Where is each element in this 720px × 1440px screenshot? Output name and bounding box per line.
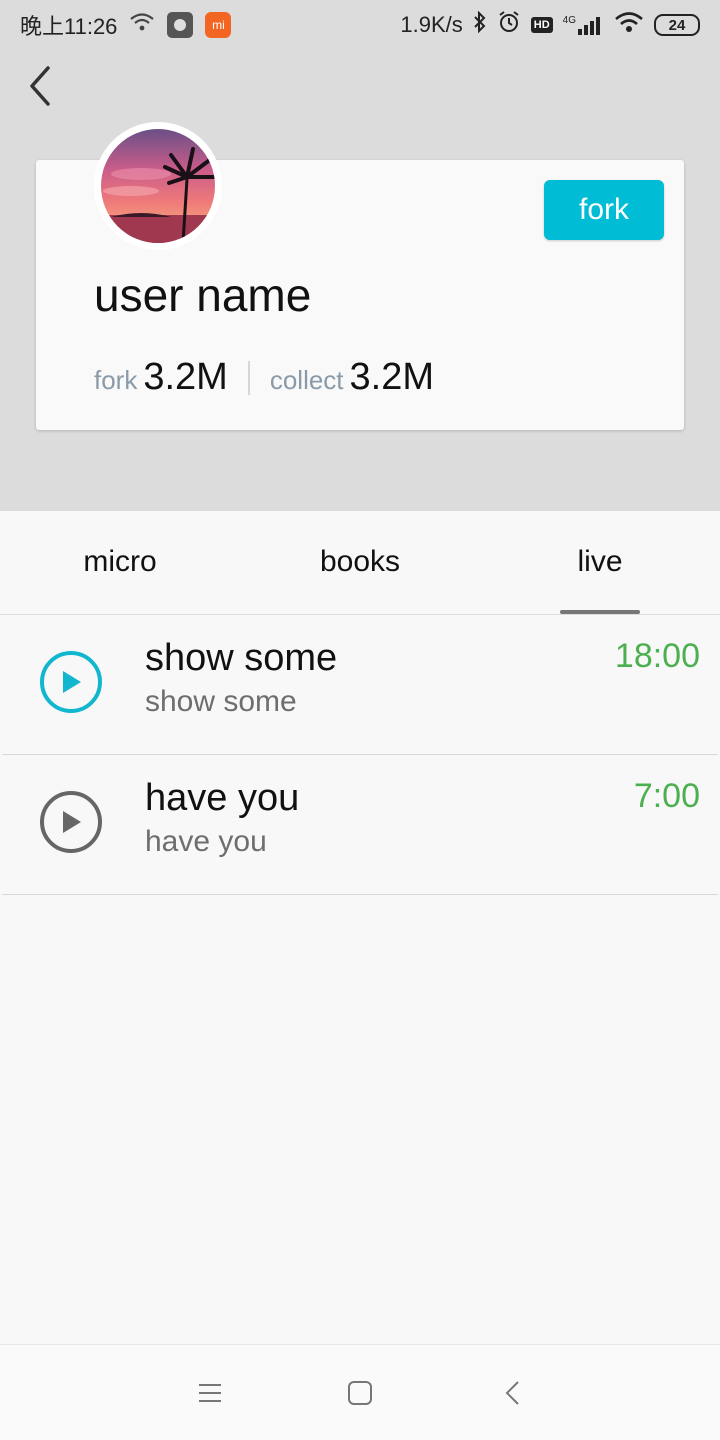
fork-count-value: 3.2M <box>143 356 228 398</box>
item-time: 18:00 <box>614 637 700 675</box>
wifi-icon <box>129 12 155 38</box>
signal-label: 4G <box>562 15 576 26</box>
fork-count-label: fork <box>94 365 138 395</box>
item-subtitle: have you <box>145 825 267 858</box>
fork-button[interactable]: fork <box>544 180 664 240</box>
profile-header: fork user name fork 3.2M collect 3.2M <box>0 50 720 511</box>
tab-live[interactable]: live <box>480 511 720 614</box>
square-home-icon <box>348 1381 372 1405</box>
system-nav-bar <box>0 1344 720 1440</box>
play-button[interactable] <box>40 651 102 713</box>
menu-icon <box>199 1384 221 1402</box>
avatar-sunset-image <box>101 129 215 243</box>
cell-signal-icon: 4G <box>563 15 604 35</box>
record-icon <box>167 12 194 38</box>
nav-back-button[interactable] <box>492 1373 532 1413</box>
collect-count-label: collect <box>269 365 344 395</box>
menu-button[interactable] <box>190 1373 230 1413</box>
tab-label: micro <box>83 544 157 578</box>
list-item[interactable]: have you have you 7:00 <box>2 755 718 895</box>
item-title: show some <box>145 637 338 679</box>
tab-bar: micro books live <box>0 511 720 615</box>
status-time: 晚上11:26 <box>20 14 118 39</box>
battery-indicator: 24 <box>654 14 700 36</box>
profile-stats: fork 3.2M collect 3.2M <box>94 356 434 399</box>
back-button[interactable] <box>18 62 62 110</box>
stats-divider <box>247 360 250 395</box>
live-list: show some show some 18:00 have you have … <box>2 615 718 895</box>
home-button[interactable] <box>340 1373 380 1413</box>
tab-books[interactable]: books <box>240 511 480 614</box>
mi-app-icon: mi <box>205 12 232 38</box>
avatar[interactable] <box>94 122 222 250</box>
wifi-icon <box>614 11 644 39</box>
bluetooth-icon <box>473 10 487 39</box>
item-subtitle: show some <box>145 685 297 718</box>
hd-icon: HD <box>530 17 553 33</box>
network-speed: 1.9K/s <box>400 12 463 37</box>
username: user name <box>94 269 312 321</box>
chevron-left-icon <box>505 1381 519 1405</box>
status-bar: 晚上11:26 mi 1.9K/s HD 4G 24 <box>0 0 720 50</box>
tab-selected-indicator <box>560 610 640 614</box>
profile-card: fork user name fork 3.2M collect 3.2M <box>36 122 684 430</box>
chevron-left-icon <box>30 66 50 106</box>
collect-count-value: 3.2M <box>349 356 435 398</box>
tab-label: live <box>577 544 623 578</box>
play-icon <box>63 671 81 693</box>
tab-label: books <box>319 544 401 578</box>
item-time: 7:00 <box>633 777 700 815</box>
list-item[interactable]: show some show some 18:00 <box>2 615 718 755</box>
play-button[interactable] <box>40 791 102 853</box>
play-icon <box>63 811 81 833</box>
tab-micro[interactable]: micro <box>0 511 240 614</box>
alarm-icon <box>497 10 521 40</box>
item-title: have you <box>145 777 300 819</box>
